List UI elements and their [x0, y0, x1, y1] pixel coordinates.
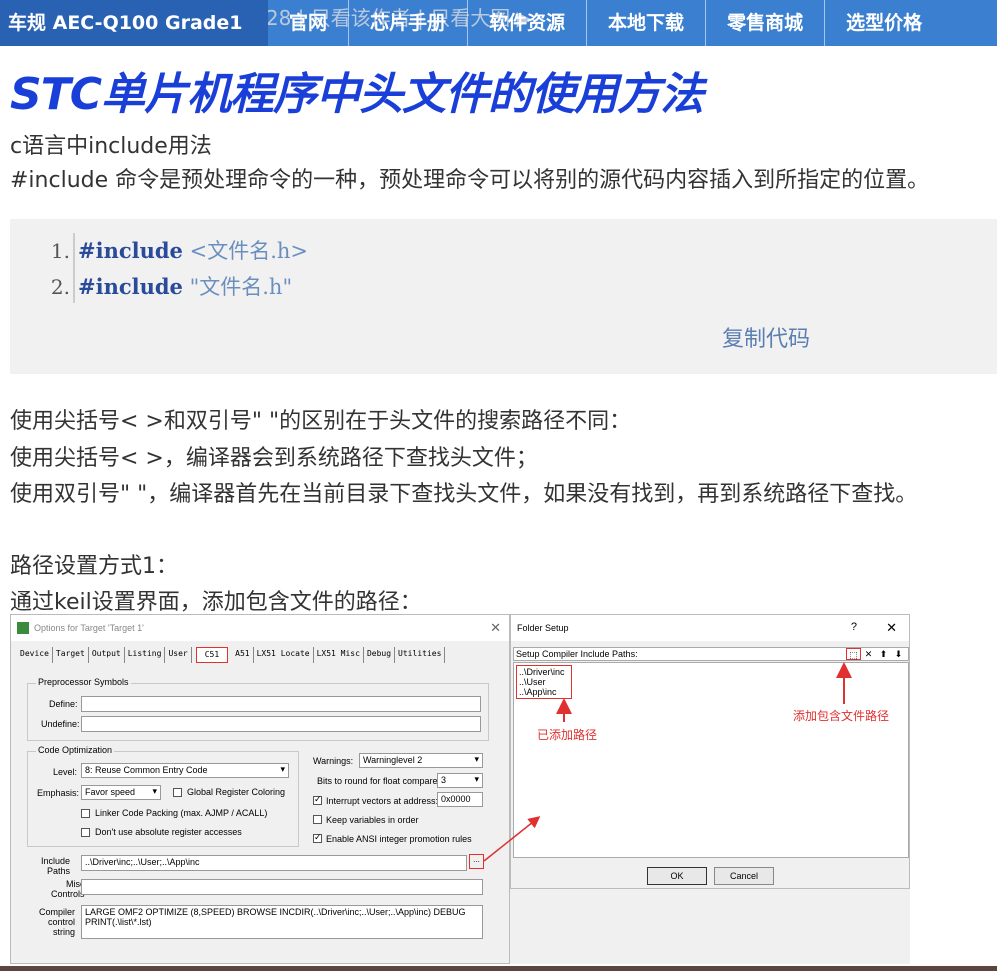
paragraph: 使用双引号" "，编译器首先在当前目录下查找头文件，如果没有找到，再到系统路径下…: [10, 482, 918, 507]
paragraph: 通过keil设置界面，添加包含文件的路径：: [10, 590, 422, 615]
line-numbers: 1. 2.: [10, 233, 70, 305]
nav-item-store[interactable]: 零售商城: [705, 0, 824, 46]
code-line: #include "文件名.h": [78, 269, 308, 305]
paragraph: c语言中include用法: [10, 134, 212, 159]
code-line: #include <文件名.h>: [78, 233, 308, 269]
code-keyword: #include: [78, 238, 183, 263]
nav-menu: 官网 芯片手册 软件资源 本地下载 零售商城 选型价格: [268, 0, 943, 46]
code-keyword: #include: [78, 274, 183, 299]
nav-item-pricing[interactable]: 选型价格: [824, 0, 943, 46]
code-text: "文件名.h": [182, 275, 293, 299]
bottom-strip: [0, 966, 997, 971]
nav-item-download[interactable]: 本地下载: [586, 0, 705, 46]
arrow-browse-to-dialog: [483, 816, 541, 862]
keil-screenshot: Options for Target 'Target 1' ✕ Device T…: [10, 614, 910, 964]
nav-item-official[interactable]: 官网: [268, 0, 348, 46]
nav-item-software[interactable]: 软件资源: [467, 0, 586, 46]
top-nav-bar: 发表于 2023-1-3 16:41:28 | 只看该作者 | 只看大图 ▶ 车…: [0, 0, 997, 46]
gutter-divider: [73, 233, 75, 303]
code-text: <文件名.h>: [182, 239, 308, 263]
article-title: STC单片机程序中头文件的使用方法: [10, 69, 704, 120]
paragraph: 使用尖括号< >，编译器会到系统路径下查找头文件；: [10, 446, 538, 471]
code-lines: #include <文件名.h> #include "文件名.h": [78, 233, 308, 305]
line-number: 1.: [50, 239, 70, 263]
line-number: 2.: [50, 275, 70, 299]
code-block: 1. 2. #include <文件名.h> #include "文件名.h" …: [10, 219, 997, 374]
copy-code-link[interactable]: 复制代码: [722, 321, 810, 353]
paragraph: #include 命令是预处理命令的一种，预处理命令可以将别的源代码内容插入到所…: [10, 168, 930, 193]
paragraph: 路径设置方式1：: [10, 554, 178, 579]
nav-item-datasheet[interactable]: 芯片手册: [348, 0, 467, 46]
paragraph: 使用尖括号< >和双引号" "的区别在于头文件的搜索路径不同：: [10, 409, 632, 434]
nav-badge[interactable]: 车规 AEC-Q100 Grade1: [0, 0, 268, 46]
annotation-arrows: [483, 662, 852, 862]
